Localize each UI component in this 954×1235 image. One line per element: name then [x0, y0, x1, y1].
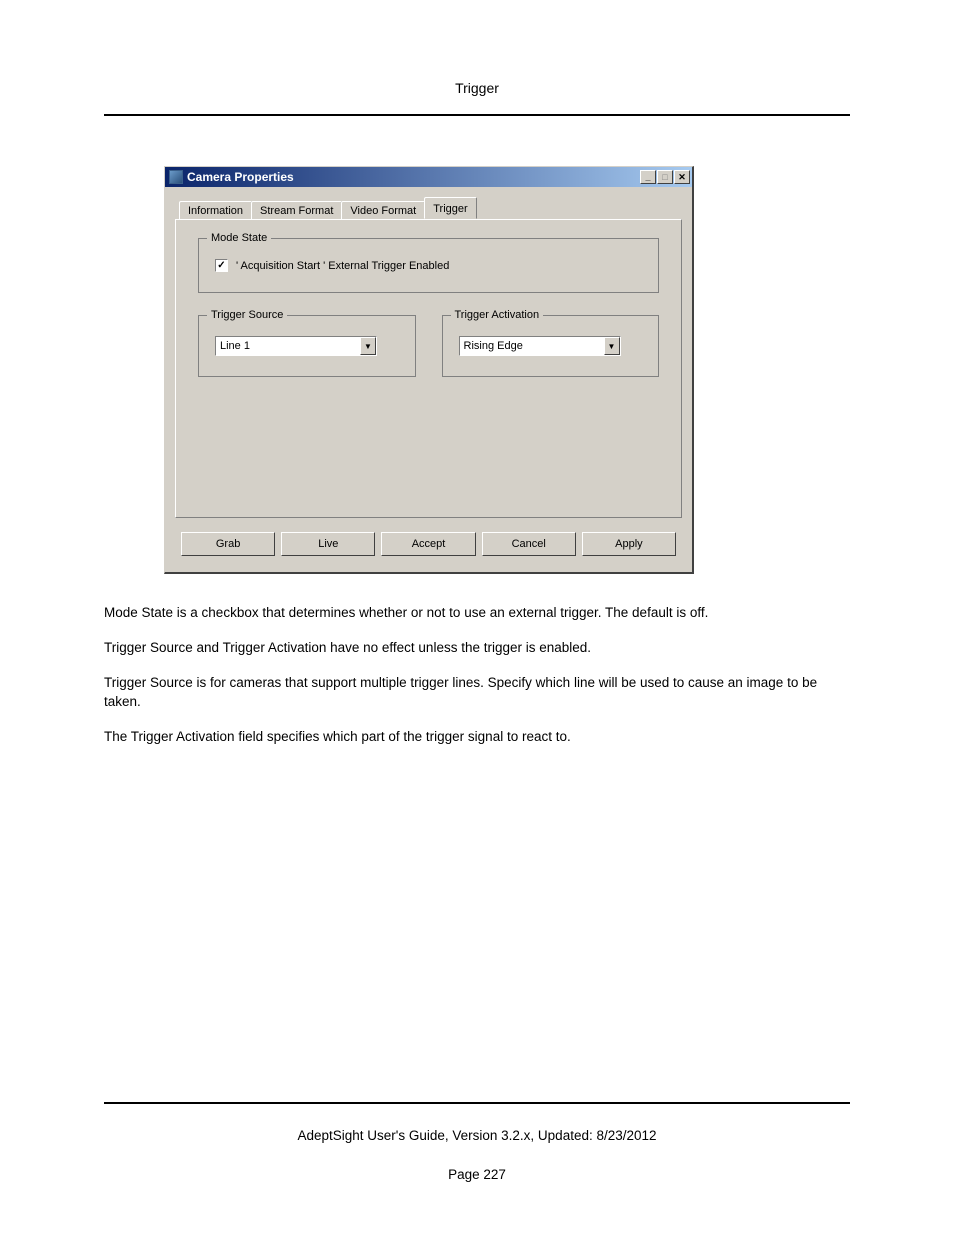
paragraph-trigger-source: Trigger Source is for cameras that suppo…: [104, 674, 850, 712]
dialog-title: Camera Properties: [187, 170, 294, 184]
accept-button[interactable]: Accept: [381, 532, 475, 556]
chevron-down-icon: ▼: [360, 337, 376, 355]
group-mode-state: Mode State ✓ ' Acquisition Start ' Exter…: [198, 238, 659, 293]
cancel-button[interactable]: Cancel: [482, 532, 576, 556]
camera-properties-dialog: Camera Properties _ □ ✕ Information Stre…: [164, 166, 694, 574]
group-trigger-source: Trigger Source Line 1 ▼: [198, 315, 416, 377]
trigger-source-combo[interactable]: Line 1 ▼: [215, 336, 377, 356]
trigger-activation-value: Rising Edge: [460, 337, 604, 355]
page-header-title: Trigger: [104, 80, 850, 96]
titlebar: Camera Properties _ □ ✕: [165, 167, 692, 187]
tab-stream-format[interactable]: Stream Format: [251, 201, 342, 220]
tab-trigger[interactable]: Trigger: [424, 197, 476, 219]
group-trigger-activation: Trigger Activation Rising Edge ▼: [442, 315, 660, 377]
apply-button[interactable]: Apply: [582, 532, 676, 556]
trigger-source-value: Line 1: [216, 337, 360, 355]
close-button[interactable]: ✕: [674, 170, 690, 184]
acquisition-start-label: ' Acquisition Start ' External Trigger E…: [236, 260, 449, 272]
grab-button[interactable]: Grab: [181, 532, 275, 556]
trigger-activation-combo[interactable]: Rising Edge ▼: [459, 336, 621, 356]
paragraph-trigger-activation: The Trigger Activation field specifies w…: [104, 728, 850, 747]
live-button[interactable]: Live: [281, 532, 375, 556]
group-trigger-activation-label: Trigger Activation: [451, 309, 544, 321]
page-number: Page 227: [104, 1167, 850, 1182]
tab-panel-trigger: Mode State ✓ ' Acquisition Start ' Exter…: [175, 219, 682, 518]
app-icon: [169, 170, 183, 184]
acquisition-start-checkbox[interactable]: ✓: [215, 259, 228, 272]
chevron-down-icon: ▼: [604, 337, 620, 355]
tab-information[interactable]: Information: [179, 201, 252, 220]
paragraph-trigger-note: Trigger Source and Trigger Activation ha…: [104, 639, 850, 658]
footer-line: AdeptSight User's Guide, Version 3.2.x, …: [104, 1128, 850, 1143]
group-trigger-source-label: Trigger Source: [207, 309, 287, 321]
paragraph-mode-state: Mode State is a checkbox that determines…: [104, 604, 850, 623]
tab-strip: Information Stream Format Video Format T…: [175, 197, 682, 219]
minimize-button[interactable]: _: [640, 170, 656, 184]
group-mode-state-label: Mode State: [207, 232, 271, 244]
tab-video-format[interactable]: Video Format: [341, 201, 425, 220]
maximize-button[interactable]: □: [657, 170, 673, 184]
